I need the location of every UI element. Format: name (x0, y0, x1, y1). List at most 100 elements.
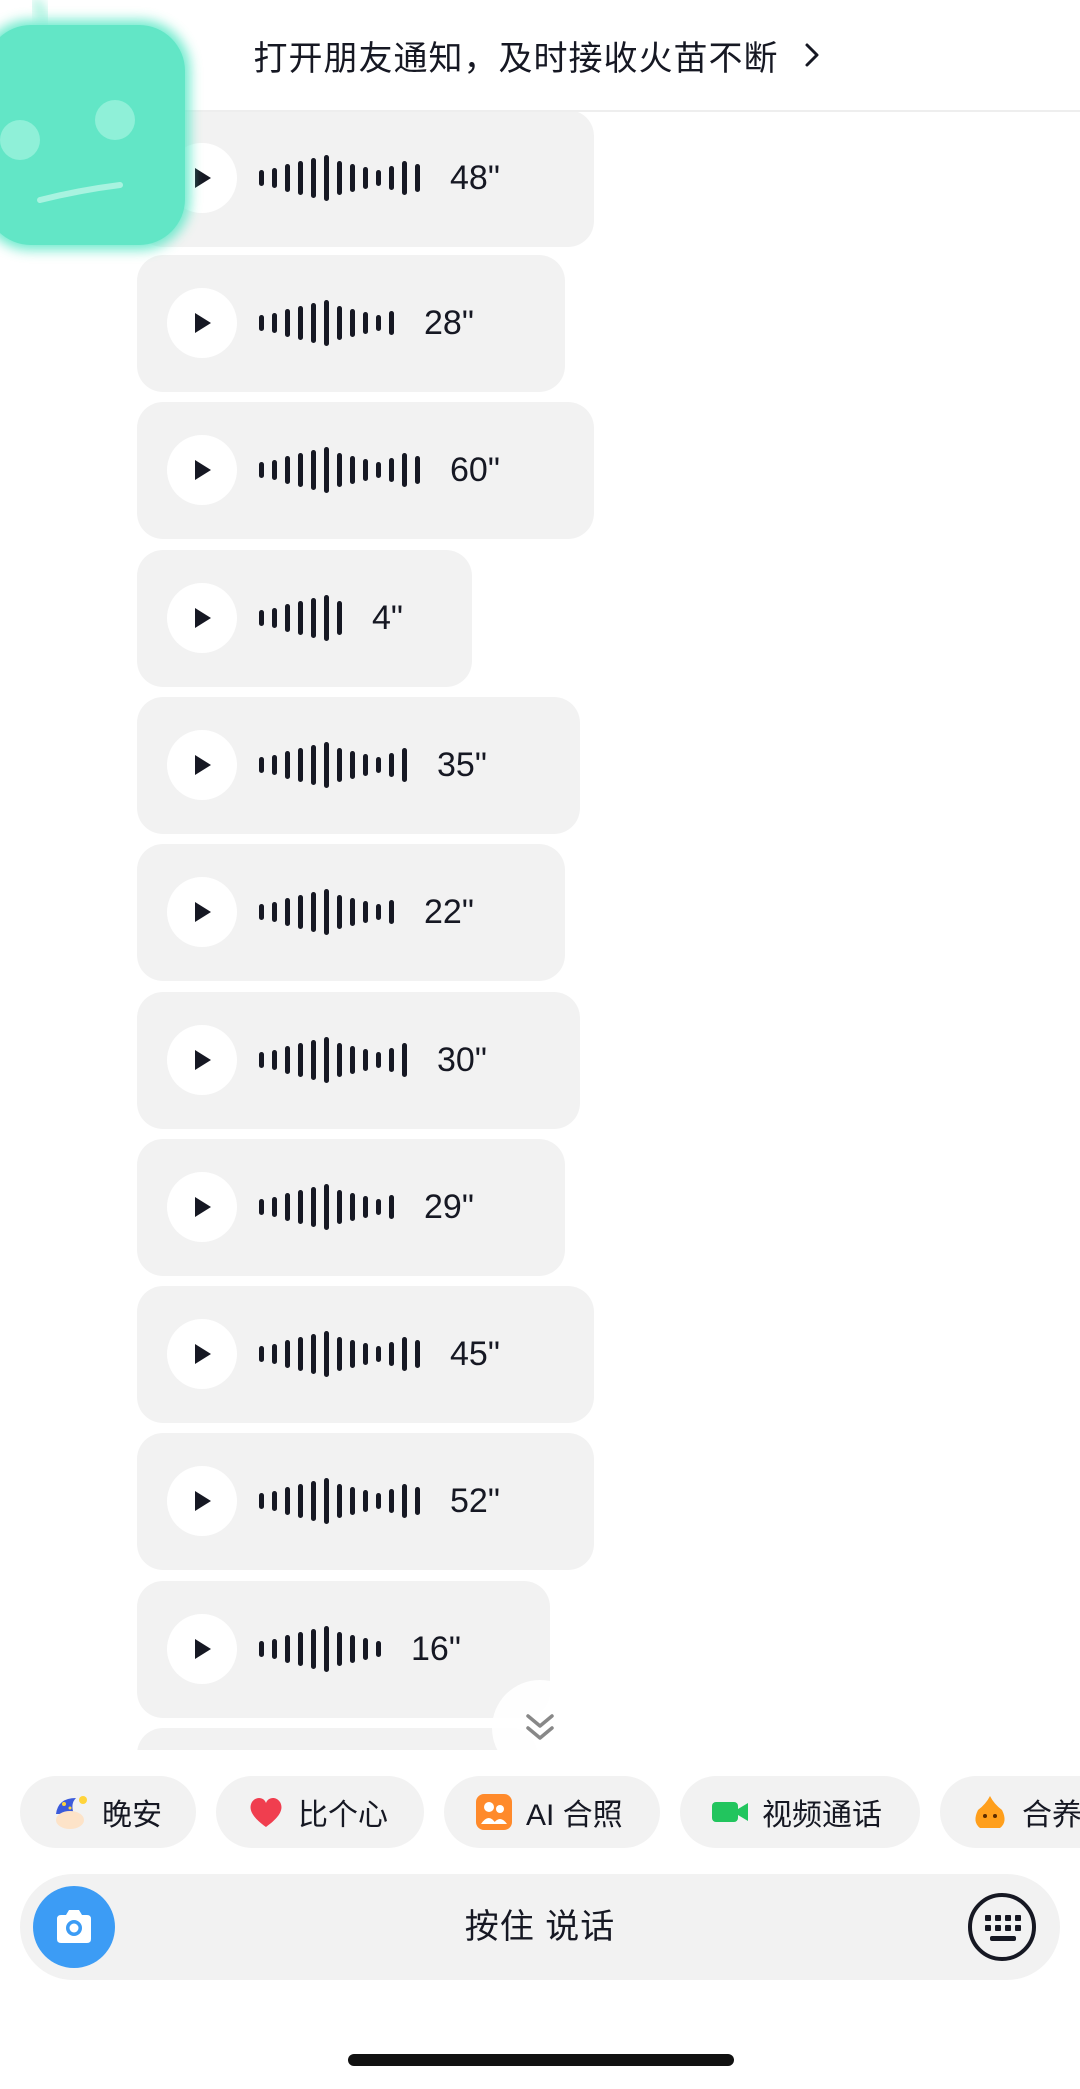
waveform (259, 1177, 402, 1237)
quick-action-heart[interactable]: 比个心 (216, 1776, 424, 1848)
waveform-bar (285, 309, 290, 337)
waveform-bar (298, 453, 303, 487)
waveform-bar (363, 1049, 368, 1071)
play-button[interactable] (167, 1466, 237, 1536)
waveform-bar (363, 754, 368, 776)
waveform-bar (311, 158, 316, 198)
waveform-bar (350, 309, 355, 337)
mascot-robot-icon[interactable] (0, 0, 210, 290)
waveform-bar (324, 155, 329, 201)
quick-action-label: 比个心 (298, 1799, 388, 1832)
double-chevron-down-icon (526, 1714, 554, 1740)
voice-duration: 22" (424, 893, 474, 931)
waveform-bar (363, 459, 368, 481)
waveform-bar (350, 1193, 355, 1221)
play-button[interactable] (167, 288, 237, 358)
waveform-bar (350, 1635, 355, 1663)
waveform-bar (337, 1043, 342, 1077)
chevron-right-icon (805, 43, 818, 67)
play-button[interactable] (167, 1319, 237, 1389)
voice-message-bubble[interactable]: 4" (137, 550, 472, 687)
waveform-bar (298, 1632, 303, 1666)
hold-to-talk-button[interactable]: 按住 说话 (20, 1874, 1060, 1980)
quick-action-raise-pet[interactable]: 合养 (940, 1776, 1080, 1848)
play-icon (195, 1197, 211, 1217)
keyboard-icon[interactable] (966, 1891, 1038, 1963)
waveform-bar (259, 1052, 264, 1068)
voice-message-bubble[interactable]: 52" (137, 1433, 594, 1570)
voice-duration: 29" (424, 1188, 474, 1226)
play-icon (195, 902, 211, 922)
waveform-bar (311, 450, 316, 490)
waveform-bar (272, 1050, 277, 1070)
waveform-bar (337, 1484, 342, 1518)
play-button[interactable] (167, 1172, 237, 1242)
waveform (259, 1030, 415, 1090)
waveform-bar (389, 1342, 394, 1366)
waveform-bar (311, 598, 316, 638)
play-icon (195, 1491, 211, 1511)
play-button[interactable] (167, 730, 237, 800)
voice-message-bubble[interactable]: 45" (137, 1286, 594, 1423)
play-icon (195, 755, 211, 775)
voice-message-bubble[interactable]: 29" (137, 1139, 565, 1276)
waveform-bar (285, 1193, 290, 1221)
waveform-bar (311, 745, 316, 785)
play-icon (195, 460, 211, 480)
waveform-bar (259, 170, 264, 186)
waveform-bar (363, 167, 368, 189)
waveform-bar (337, 1632, 342, 1666)
waveform-bar (272, 1344, 277, 1364)
quick-action-video-call[interactable]: 视频通话 (680, 1776, 920, 1848)
quick-action-ai-photo[interactable]: AI 合照 (444, 1776, 660, 1848)
waveform-bar (324, 1478, 329, 1524)
waveform-bar (350, 164, 355, 192)
waveform (259, 1324, 428, 1384)
waveform-bar (298, 161, 303, 195)
voice-message-bubble[interactable]: 60" (137, 402, 594, 539)
waveform-bar (402, 161, 407, 195)
voice-message-bubble[interactable] (137, 1728, 537, 1750)
waveform-bar (311, 303, 316, 343)
waveform-bar (285, 1635, 290, 1663)
waveform-bar (259, 1199, 264, 1215)
heart-icon (250, 1797, 282, 1827)
quick-action-goodnight[interactable]: 晚安 (20, 1776, 196, 1848)
waveform-bar (402, 1043, 407, 1077)
voice-message-bubble[interactable]: 16" (137, 1581, 550, 1718)
banner-text: 打开朋友通知，及时接收火苗不断 (253, 39, 779, 78)
scroll-to-bottom-button[interactable] (492, 1680, 588, 1776)
waveform-bar (311, 1334, 316, 1374)
play-button[interactable] (167, 583, 237, 653)
waveform (259, 440, 428, 500)
voice-message-bubble[interactable]: 35" (137, 697, 580, 834)
play-button[interactable] (167, 435, 237, 505)
play-button[interactable] (167, 877, 237, 947)
message-list[interactable]: 48" 28" 60" 4" 35" 22" 30" 29" 45" 52" 16" (0, 110, 1080, 1750)
waveform-bar (259, 757, 264, 773)
quick-action-label: 晚安 (102, 1799, 162, 1832)
waveform-bar (259, 904, 264, 920)
waveform-bar (272, 1197, 277, 1217)
waveform-bar (337, 1190, 342, 1224)
waveform-bar (363, 1490, 368, 1512)
play-button[interactable] (167, 1614, 237, 1684)
waveform-bar (389, 1195, 394, 1219)
waveform-bar (298, 895, 303, 929)
voice-message-bubble[interactable]: 30" (137, 992, 580, 1129)
play-button[interactable] (167, 1025, 237, 1095)
waveform-bar (415, 1487, 420, 1515)
waveform-bar (272, 755, 277, 775)
waveform (259, 293, 402, 353)
waveform-bar (311, 1629, 316, 1669)
voice-message-bubble[interactable]: 22" (137, 844, 565, 981)
waveform-bar (350, 1487, 355, 1515)
waveform-bar (259, 1641, 264, 1657)
waveform-bar (259, 315, 264, 331)
waveform-bar (272, 460, 277, 480)
waveform-bar (415, 164, 420, 192)
waveform-bar (389, 166, 394, 190)
waveform-bar (350, 898, 355, 926)
home-indicator (348, 2054, 734, 2066)
waveform-bar (402, 453, 407, 487)
